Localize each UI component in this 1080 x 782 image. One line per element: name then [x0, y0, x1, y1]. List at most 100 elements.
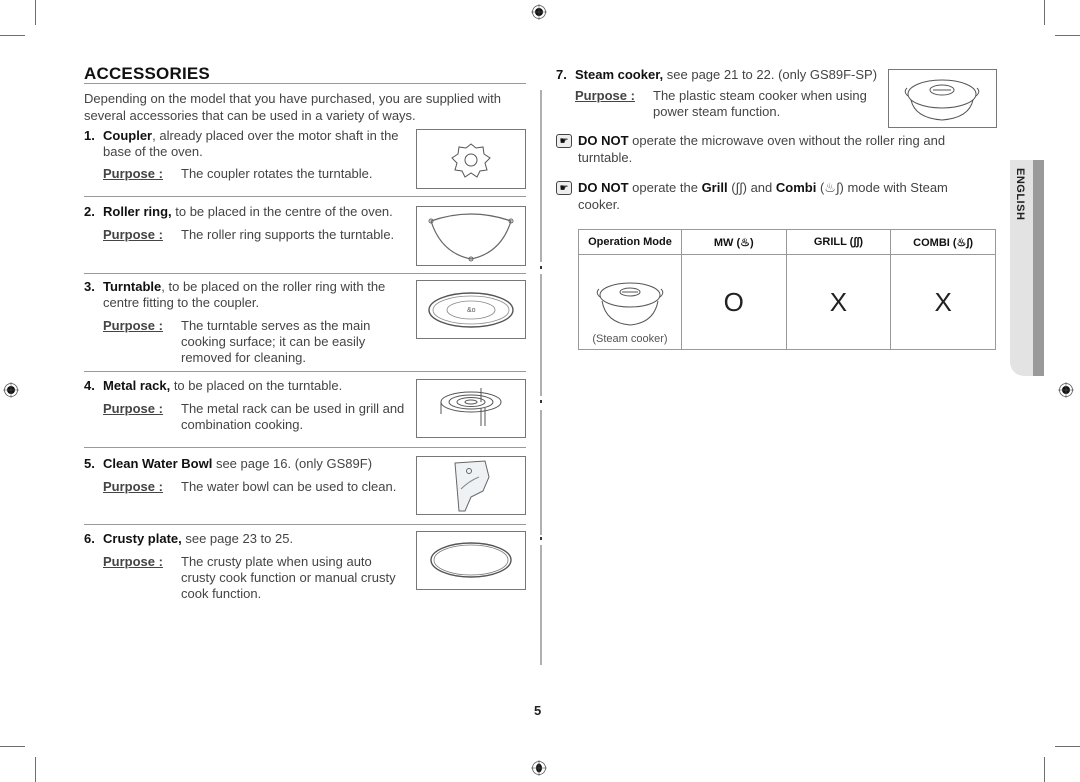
mode-compatibility-value: X: [785, 254, 892, 350]
crop-mark: [35, 757, 36, 782]
page-number: 5: [534, 703, 542, 718]
column-divider-mark: [540, 400, 542, 403]
item-name: Roller ring,: [103, 204, 172, 219]
item-name: Turntable: [103, 279, 162, 294]
item-description: see page 16. (only GS89F): [212, 456, 373, 471]
item-divider: [84, 447, 526, 448]
note-emphasis: DO NOT: [578, 133, 629, 148]
purpose-text: The turntable serves as the main cooking…: [181, 318, 371, 365]
item-description: see page 21 to 22. (only GS89F-SP): [663, 67, 878, 82]
crop-mark: [0, 35, 25, 36]
registration-mark-icon: [3, 382, 19, 398]
mode-compatibility-value: O: [680, 254, 787, 350]
crop-mark: [1055, 35, 1080, 36]
crop-mark: [1044, 757, 1045, 782]
item-divider: [84, 371, 526, 372]
water-bowl-image: [416, 456, 526, 515]
note-text: (∫∫) and: [727, 180, 776, 195]
column-divider: [540, 545, 542, 665]
purpose-label: Purpose :: [575, 88, 635, 103]
column-divider: [540, 90, 542, 262]
note-text: operate the microwave oven without the r…: [578, 133, 946, 165]
purpose-label: Purpose :: [103, 401, 163, 416]
pointing-hand-icon: ☛: [556, 134, 572, 148]
item-description: to be placed in the centre of the oven.: [171, 204, 393, 219]
item-divider: [84, 273, 526, 274]
accessory-item-metal-rack: 4. Metal rack, to be placed on the turnt…: [84, 378, 409, 433]
table-row: (Steam cooker) O X X: [578, 254, 996, 350]
column-divider: [540, 410, 542, 535]
table-header: GRILL (∫∫): [785, 229, 892, 255]
item-name: Crusty plate,: [103, 531, 182, 546]
item-name: Steam cooker,: [575, 67, 664, 82]
registration-mark-icon: [531, 760, 547, 776]
item-number: 5.: [84, 456, 95, 471]
purpose-label: Purpose :: [103, 166, 163, 181]
table-header-row: Operation Mode MW (♨) GRILL (∫∫) COMBI (…: [578, 229, 996, 255]
purpose-text: The crusty plate when using auto crusty …: [181, 554, 396, 601]
item-description: to be placed on the turntable.: [170, 378, 343, 393]
metal-rack-image: [416, 379, 526, 438]
warning-note: ☛ DO NOT operate the Grill (∫∫) and Comb…: [556, 179, 986, 213]
table-header: MW (♨): [680, 229, 787, 255]
table-header: Operation Mode: [578, 229, 682, 255]
operation-mode-table: Operation Mode MW (♨) GRILL (∫∫) COMBI (…: [578, 229, 996, 350]
item-name: Clean Water Bowl: [103, 456, 213, 471]
steam-cooker-image: [596, 282, 664, 326]
purpose-text: The water bowl can be used to clean.: [181, 479, 397, 494]
steam-cooker-cell: (Steam cooker): [578, 254, 682, 350]
turntable-image: &o: [416, 280, 526, 339]
item-number: 4.: [84, 378, 95, 393]
mode-compatibility-value: X: [890, 254, 996, 350]
roller-ring-image: [416, 206, 526, 266]
column-divider-mark: [540, 266, 542, 269]
crop-mark: [35, 0, 36, 25]
registration-mark-icon: [1058, 382, 1074, 398]
note-emphasis: Grill: [701, 180, 728, 195]
accessory-item-coupler: 1. Coupler, already placed over the moto…: [84, 128, 414, 182]
coupler-image: [416, 129, 526, 189]
item-description: see page 23 to 25.: [181, 531, 294, 546]
item-name: Coupler: [103, 128, 153, 143]
item-number: 7.: [556, 67, 567, 82]
page-title: ACCESSORIES: [84, 64, 210, 83]
intro-text: Depending on the model that you have pur…: [84, 91, 502, 123]
table-header: COMBI (♨∫): [890, 229, 996, 255]
item-name: Metal rack,: [103, 378, 171, 393]
item-divider: [84, 524, 526, 525]
title-divider: [84, 83, 526, 84]
warning-note: ☛ DO NOT operate the microwave oven with…: [556, 132, 986, 166]
item-number: 6.: [84, 531, 95, 546]
crop-mark: [1044, 0, 1045, 25]
purpose-text: The plastic steam cooker when using powe…: [653, 88, 867, 119]
purpose-text: The coupler rotates the turntable.: [181, 166, 373, 181]
purpose-label: Purpose :: [103, 227, 163, 242]
purpose-label: Purpose :: [103, 479, 163, 494]
purpose-text: The roller ring supports the turntable.: [181, 227, 395, 242]
accessory-item-crusty-plate: 6. Crusty plate, see page 23 to 25. Purp…: [84, 531, 409, 602]
pointing-hand-icon: ☛: [556, 181, 572, 195]
column-divider-mark: [540, 537, 542, 540]
item-divider: [84, 196, 526, 197]
accessory-item-roller-ring: 2. Roller ring, to be placed in the cent…: [84, 204, 414, 243]
accessory-item-turntable: 3. Turntable, to be placed on the roller…: [84, 279, 404, 366]
item-number: 2.: [84, 204, 95, 219]
steam-cooker-image: [888, 69, 997, 128]
accessory-item-steam-cooker: 7. Steam cooker, see page 21 to 22. (onl…: [556, 67, 886, 120]
language-tab: ENGLISH: [1010, 160, 1044, 376]
registration-mark-icon: [531, 4, 547, 20]
language-tab-edge: [1033, 160, 1044, 376]
note-emphasis: DO NOT: [578, 180, 629, 195]
item-number: 1.: [84, 128, 95, 143]
crusty-plate-image: [416, 531, 526, 590]
column-divider: [540, 274, 542, 396]
language-label: ENGLISH: [1014, 168, 1026, 221]
purpose-label: Purpose :: [103, 318, 163, 333]
purpose-label: Purpose :: [103, 554, 163, 569]
row-label: (Steam cooker): [592, 333, 668, 345]
note-text: operate the: [628, 180, 702, 195]
item-number: 3.: [84, 279, 95, 294]
svg-text:&o: &o: [467, 307, 476, 314]
accessory-item-water-bowl: 5. Clean Water Bowl see page 16. (only G…: [84, 456, 409, 495]
note-emphasis: Combi: [775, 180, 817, 195]
